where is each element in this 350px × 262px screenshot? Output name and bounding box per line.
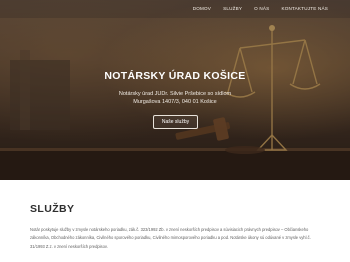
our-services-button[interactable]: Naše služby <box>153 115 198 129</box>
hero-address-line-2: Murgašova 1407/3, 040 01 Košice <box>133 99 217 105</box>
hero-address-line-1: Notársky úrad JUDr. Silvie Pršebice so s… <box>118 91 232 97</box>
services-heading: SLUŽBY <box>30 203 75 215</box>
hero-title: NOTÁRSKY ÚRAD KOŠICE <box>104 70 246 82</box>
nav-contact[interactable]: KONTAKTUJTE NÁS <box>275 0 334 18</box>
nav-services[interactable]: SLUŽBY <box>217 0 248 18</box>
nav-home[interactable]: DOMOV <box>187 0 217 18</box>
services-description: Notár poskytuje služby v zmysle notárske… <box>30 227 311 249</box>
nav-about[interactable]: O NÁS <box>248 0 275 18</box>
top-navigation: DOMOV SLUŽBY O NÁS KONTAKTUJTE NÁS <box>0 0 350 18</box>
hero-banner: DOMOV SLUŽBY O NÁS KONTAKTUJTE NÁS NOTÁR… <box>0 0 350 180</box>
